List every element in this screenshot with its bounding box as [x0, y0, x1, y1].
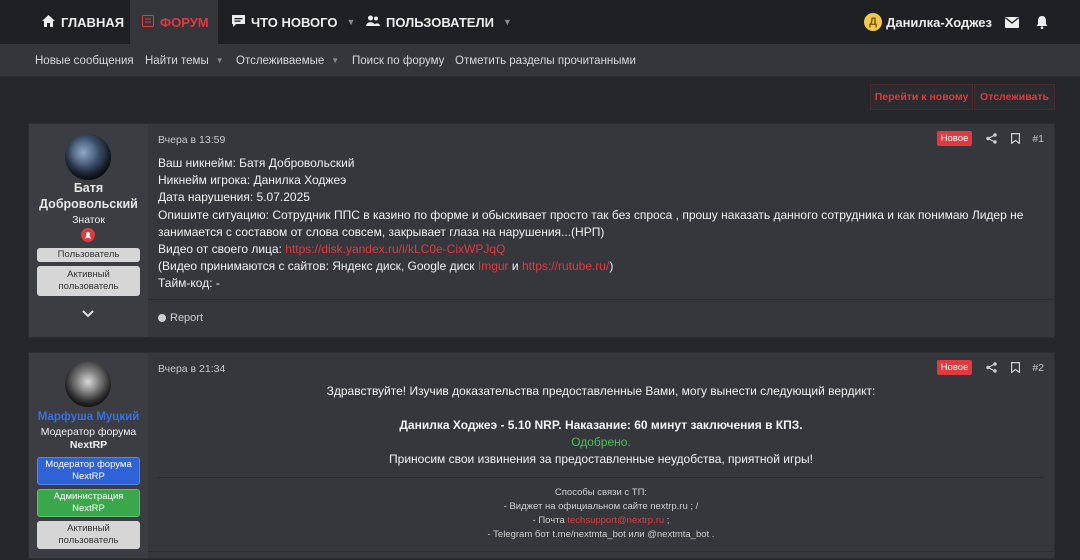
content-line: занимается с составом от слова совсем, з…: [158, 224, 605, 239]
content-line: Дата нарушения: 5.07.2025: [158, 190, 310, 205]
divider: [148, 299, 1054, 300]
post-time[interactable]: Вчера в 21:34: [158, 363, 225, 375]
imgur-link[interactable]: Imgur: [478, 259, 509, 273]
apology-text: Приносим свои извинения за предоставленн…: [389, 452, 813, 466]
divider: [158, 477, 1044, 478]
chevron-down-icon: ▼: [331, 56, 340, 65]
nav-home-label: ГЛАВНАЯ: [61, 14, 125, 30]
support-email-link[interactable]: techsupport@nextrp.ru: [567, 515, 664, 526]
video-link[interactable]: https://disk.yandex.ru/i/kLC0e-CixWPJqQ: [285, 242, 505, 256]
share-icon[interactable]: [984, 132, 998, 146]
content-line: Тайм-код: -: [158, 276, 220, 291]
post-2-body: Вчера в 21:34 Новое #2 Здравствуйте! Изу…: [148, 353, 1054, 560]
forum-icon: [142, 14, 154, 30]
approved-text: Одобрено.: [571, 435, 631, 449]
user-avatar[interactable]: Д: [864, 13, 883, 31]
divider: [148, 551, 1054, 552]
subnav-watched-label: Отслеживаемые: [236, 54, 325, 67]
post-2: Марфуша Муцкий Модератор форума NextRP М…: [28, 352, 1055, 559]
post-1-content: Ваш никнейм: Батя Добровольский Никнейм …: [158, 155, 1044, 293]
top-navigation: ГЛАВНАЯ ФОРУМ ЧТО НОВОГО ▼ ПОЛЬЗОВАТЕЛИ …: [0, 0, 1080, 44]
subnav-mark-read[interactable]: Отметить разделы прочитанными: [455, 44, 636, 77]
author-name[interactable]: Марфуша Муцкий: [29, 409, 148, 425]
post-1-author-panel: Батя Добровольский Знаток Пользователь А…: [29, 124, 148, 337]
go-to-new-button[interactable]: Перейти к новому: [870, 84, 973, 110]
sub-navigation: Новые сообщения Найти темы ▼ Отслеживаем…: [0, 44, 1080, 77]
content-line: Ваш никнейм: Батя Добровольский: [158, 156, 355, 170]
subnav-find-threads-label: Найти темы: [145, 54, 209, 67]
user-badge: Пользователь: [37, 248, 140, 262]
content-line: Видео от своего лица: https://disk.yande…: [158, 242, 506, 257]
post-time[interactable]: Вчера в 13:59: [158, 134, 225, 146]
comment-icon: [232, 14, 245, 30]
subnav-new-messages[interactable]: Новые сообщения: [35, 44, 134, 77]
chevron-down-icon: ▼: [215, 56, 224, 65]
greeting-text: Здравствуйте! Изучив доказательства пред…: [326, 384, 876, 398]
nav-users[interactable]: ПОЛЬЗОВАТЕЛИ ▼: [366, 0, 512, 44]
nav-forum[interactable]: ФОРУМ: [130, 0, 218, 44]
active-user-badge: Активный пользователь: [37, 521, 140, 549]
nav-users-label: ПОЛЬЗОВАТЕЛИ: [386, 14, 494, 30]
subnav-search-forum[interactable]: Поиск по форуму: [352, 44, 444, 77]
contact-line: - Telegram бот t.me/nextmta_bot или @nex…: [487, 529, 715, 540]
active-user-badge: Активный пользователь: [37, 266, 140, 296]
subnav-watched[interactable]: Отслеживаемые ▼: [236, 44, 339, 77]
home-icon: [42, 14, 55, 30]
new-tag: Новое: [936, 131, 973, 146]
verdict-text: Данилка Ходжеэ - 5.10 NRP. Наказание: 60…: [399, 418, 803, 432]
post-2-author-panel: Марфуша Муцкий Модератор форума NextRP М…: [29, 353, 148, 558]
post-number[interactable]: #2: [1032, 362, 1044, 374]
post-1-body: Вчера в 13:59 Новое #1 Ваш никнейм: Батя…: [148, 124, 1054, 339]
contact-line: - Почта techsupport@nextrp.ru ;: [532, 515, 670, 526]
user-menu: Д Данилка-Ходжез: [864, 0, 1080, 44]
nav-whats-new[interactable]: ЧТО НОВОГО ▼: [232, 0, 355, 44]
author-name[interactable]: Батя Добровольский: [29, 180, 148, 212]
chevron-down-icon: ▼: [502, 17, 512, 27]
contact-line: - Виджет на официальном сайте nextrp.ru …: [503, 501, 699, 512]
envelope-icon[interactable]: [1004, 14, 1020, 30]
subnav-find-threads[interactable]: Найти темы ▼: [145, 44, 224, 77]
author-avatar[interactable]: [65, 361, 111, 407]
share-icon[interactable]: [984, 361, 998, 375]
chevron-down-icon[interactable]: [81, 306, 95, 318]
report-button[interactable]: Report: [158, 312, 203, 324]
nav-home[interactable]: ГЛАВНАЯ: [30, 0, 130, 44]
users-icon: [366, 15, 380, 29]
author-title: Знаток: [72, 214, 105, 226]
content-line: Никнейм игрока: Данилка Ходжеэ: [158, 173, 347, 188]
award-icon: [81, 228, 95, 242]
post-number[interactable]: #1: [1032, 133, 1044, 145]
contact-title: Способы связи с ТП:: [554, 487, 648, 498]
bell-icon[interactable]: [1034, 14, 1050, 30]
nav-forum-label: ФОРУМ: [160, 14, 209, 30]
rutube-link[interactable]: https://rutube.ru/: [522, 259, 609, 273]
post-actions: Новое #2: [936, 360, 1044, 375]
author-title: Модератор форума NextRP: [40, 426, 137, 451]
watch-thread-button[interactable]: Отслеживать: [974, 84, 1055, 110]
username-link[interactable]: Данилка-Ходжез: [886, 15, 992, 30]
content-line: Опишите ситуацию: Сотрудник ППС в казино…: [158, 207, 1024, 222]
moderator-badge: Модератор форума NextRP: [37, 457, 140, 485]
author-avatar[interactable]: [65, 134, 111, 180]
bookmark-icon[interactable]: [1008, 361, 1022, 375]
administration-badge: Администрация NextRP: [37, 489, 140, 517]
chevron-down-icon: ▼: [346, 17, 356, 27]
content-line: (Видео принимаются с сайтов: Яндекс диск…: [158, 259, 614, 274]
new-tag: Новое: [936, 360, 973, 375]
post-actions: Новое #1: [936, 131, 1044, 146]
bookmark-icon[interactable]: [1008, 132, 1022, 146]
report-icon: [158, 314, 166, 322]
nav-whats-new-label: ЧТО НОВОГО: [251, 14, 338, 30]
post-1: Батя Добровольский Знаток Пользователь А…: [28, 123, 1055, 338]
